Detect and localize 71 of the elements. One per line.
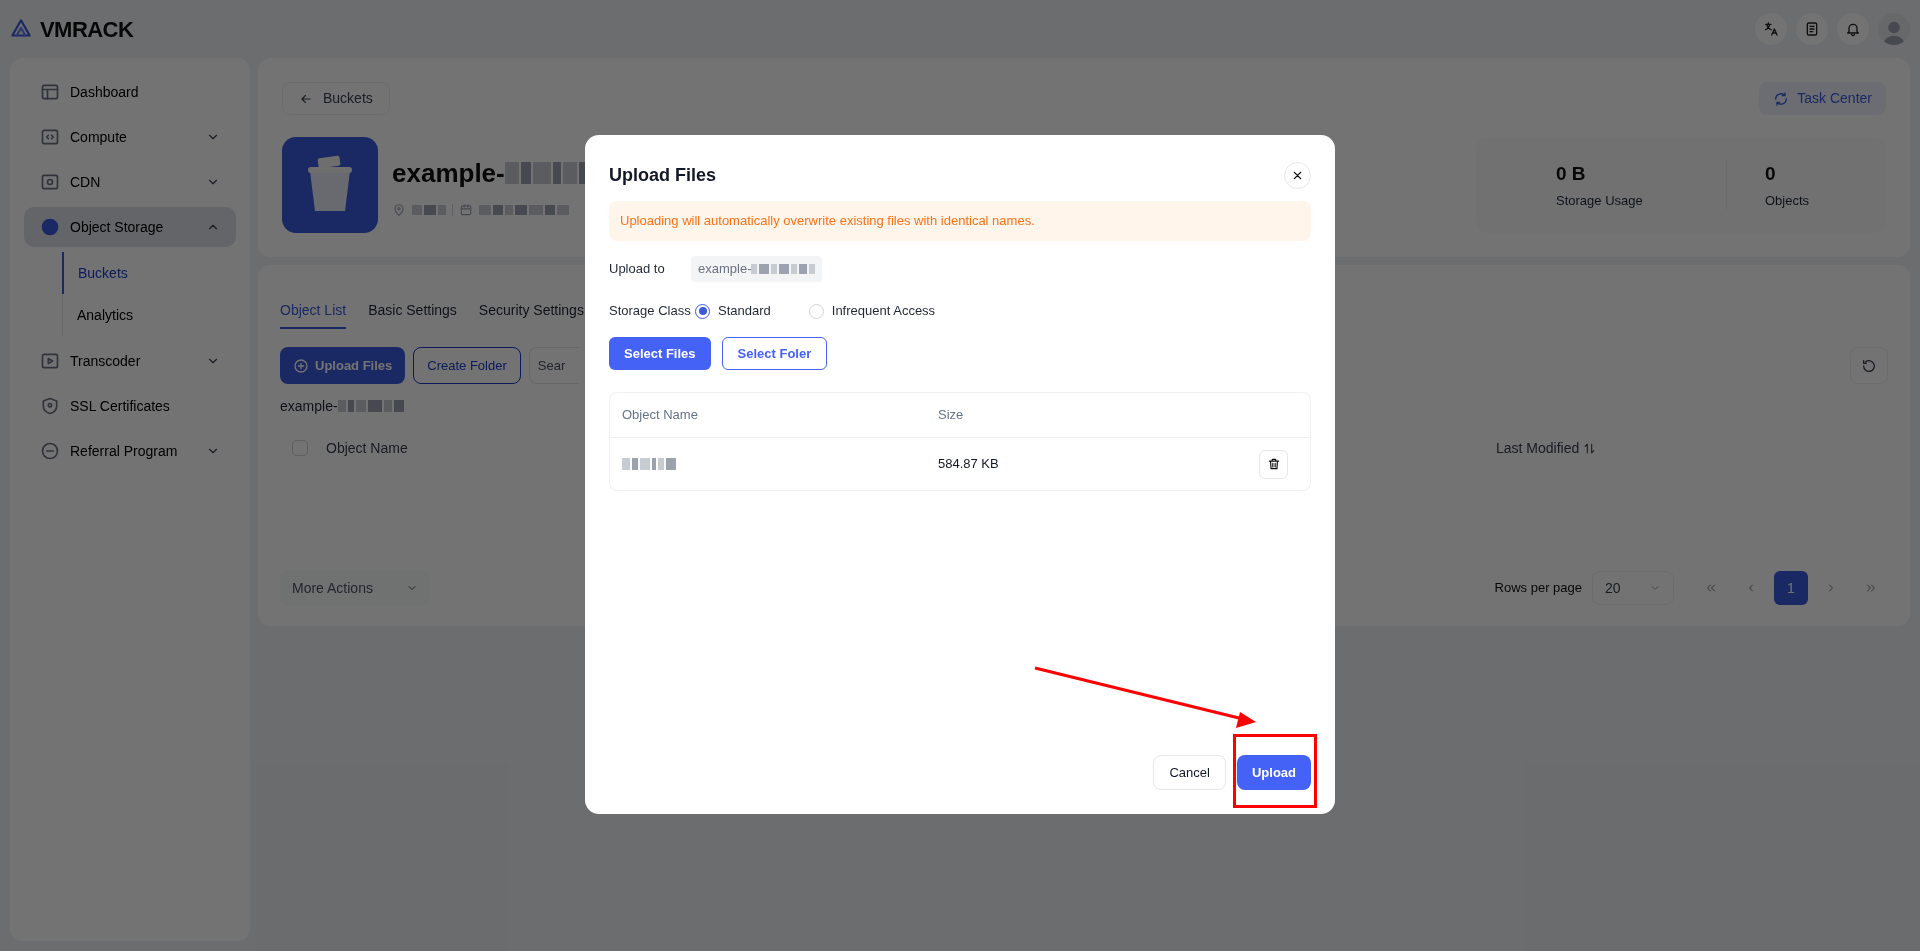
- sidebar-label: SSL Certificates: [70, 396, 171, 416]
- code-icon: [40, 127, 60, 147]
- task-center-button[interactable]: Task Center: [1759, 82, 1886, 115]
- trash-icon: [1266, 457, 1281, 471]
- double-chevron-left-icon: [1705, 582, 1717, 594]
- radio-option[interactable]: Standard: [695, 301, 771, 321]
- refresh-icon: [1861, 357, 1877, 374]
- calendar-icon: [459, 202, 473, 217]
- pixelated-text: [412, 204, 446, 215]
- plus-circle-icon: [293, 357, 309, 374]
- table-cell-text: 584.87 KB: [938, 455, 1000, 474]
- sidebar-subitem[interactable]: Buckets: [62, 252, 236, 294]
- back-button[interactable]: Buckets: [282, 82, 390, 115]
- sidebar-label: Object Storage: [70, 217, 165, 237]
- bucket-name: example-: [392, 156, 505, 190]
- sidebar-label: CDN: [70, 172, 102, 192]
- upload-files-button[interactable]: Upload Files: [280, 347, 406, 384]
- field-label: Upload to: [609, 260, 666, 279]
- sidebar-label: Transcoder: [70, 351, 142, 371]
- tab[interactable]: Basic Settings: [368, 293, 457, 329]
- page-button[interactable]: 1: [1774, 571, 1808, 605]
- dialog-title: Upload Files: [609, 163, 716, 187]
- bell-icon: [1845, 21, 1861, 37]
- upload-button[interactable]: Upload: [1236, 755, 1311, 790]
- destination-text: example-: [698, 260, 752, 279]
- tab[interactable]: Object List: [280, 293, 347, 329]
- double-chevron-right-icon: [1865, 582, 1877, 594]
- rows-per-page-select[interactable]: 20: [1592, 571, 1674, 605]
- grid-icon: [40, 82, 60, 102]
- column-header: Size: [938, 406, 964, 425]
- document-button[interactable]: [1796, 13, 1828, 45]
- stat-value: 0 B: [1556, 162, 1587, 186]
- sidebar-label: Compute: [70, 127, 128, 147]
- refresh-button[interactable]: [1850, 347, 1888, 384]
- column-header: Last Modified: [1496, 438, 1580, 458]
- logo-text: VMRACK: [40, 15, 134, 44]
- sidebar-label: Dashboard: [70, 82, 140, 102]
- location-pin-icon: [392, 202, 406, 217]
- stat-label: Storage Usage: [1556, 191, 1644, 210]
- sidebar-subitem[interactable]: Analytics: [63, 294, 236, 336]
- delete-button[interactable]: [1259, 449, 1288, 479]
- pixelated-text: [337, 400, 404, 412]
- column-header: Object Name: [326, 438, 409, 458]
- sidebar-item[interactable]: Object Storage: [24, 207, 236, 247]
- tab[interactable]: Security Settings: [478, 293, 584, 329]
- play-icon: [40, 351, 60, 371]
- shield-icon: [40, 396, 60, 416]
- avatar[interactable]: [1878, 13, 1910, 45]
- translate-button[interactable]: [1755, 13, 1787, 45]
- translate-icon: [1763, 21, 1779, 37]
- stat-value: 0: [1765, 162, 1777, 186]
- select-folder-button[interactable]: Select Foler: [721, 337, 828, 370]
- sidebar-label: Referral Program: [70, 441, 179, 461]
- field-label: Storage Class: [609, 302, 692, 321]
- search-field[interactable]: Sear: [528, 347, 579, 384]
- pixelated-text: [751, 264, 816, 274]
- bucket-path: example-: [280, 396, 338, 416]
- sort-icon: [1583, 441, 1597, 455]
- refresh-icon: [1773, 90, 1790, 107]
- create-folder-button[interactable]: Create Folder: [413, 347, 521, 384]
- select-files-button[interactable]: Select Files: [609, 337, 711, 370]
- rows-per-page-label: Rows per page: [1494, 579, 1582, 598]
- document-icon: [1804, 21, 1820, 37]
- pixelated-text: [622, 458, 676, 470]
- radio-option[interactable]: Infrequent Access: [808, 301, 936, 321]
- column-header: Object Name: [622, 406, 699, 425]
- stat-label: Objects: [1765, 191, 1811, 210]
- warning-alert: Uploading will automatically overwrite existing files with identical names.: [609, 201, 1311, 241]
- bucket-icon: [282, 137, 378, 233]
- bell-button[interactable]: [1837, 13, 1869, 45]
- cancel-button[interactable]: Cancel: [1153, 755, 1226, 790]
